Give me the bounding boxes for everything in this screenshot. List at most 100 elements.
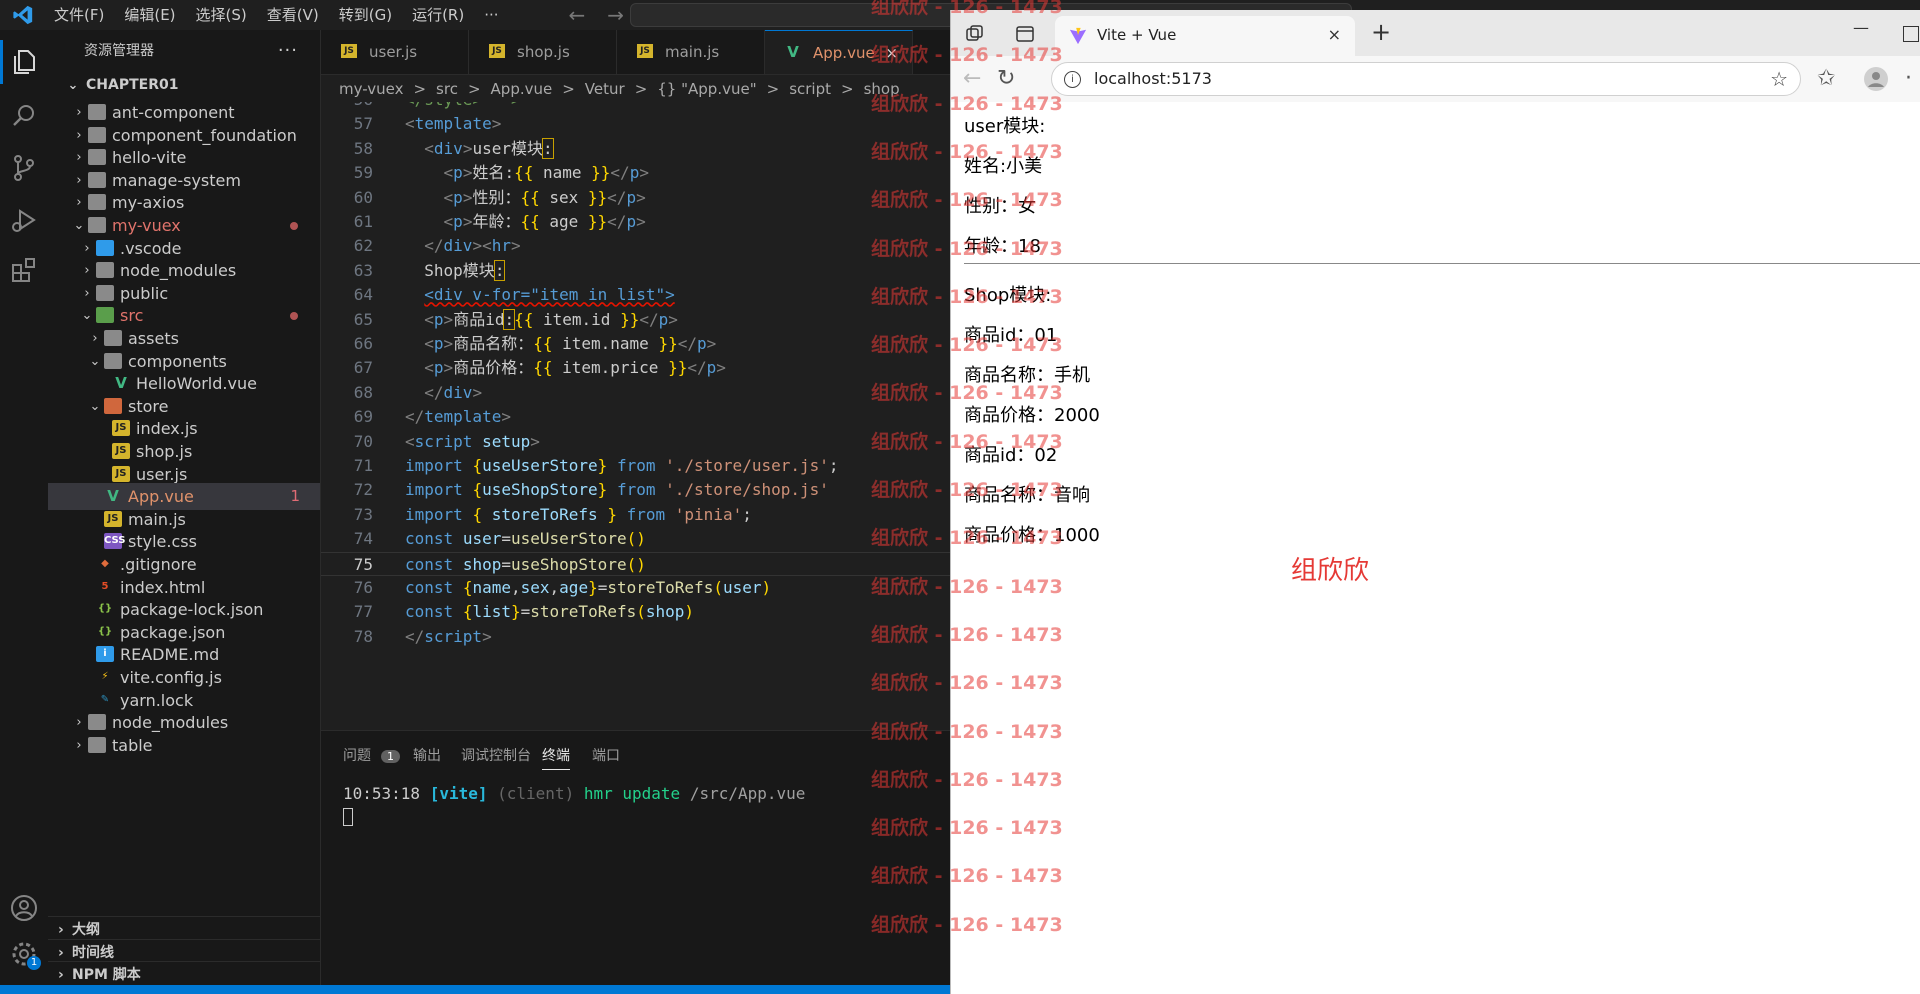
refresh-icon[interactable]: ↻ <box>997 66 1015 91</box>
profile-avatar-icon[interactable] <box>1863 66 1889 92</box>
code-line[interactable]: 72 import {useShopStore} from './store/sh… <box>321 478 951 502</box>
code-line[interactable]: 75 const shop=useShopStore() <box>321 551 951 576</box>
code-token: {{ <box>514 309 534 329</box>
favorite-star-icon[interactable]: ☆ <box>1770 63 1788 95</box>
minimize-icon[interactable]: — <box>1853 18 1869 37</box>
close-tab-icon[interactable]: × <box>1328 16 1341 54</box>
run-debug-icon[interactable] <box>10 206 38 234</box>
favorites-icon[interactable]: ✩ <box>1817 66 1835 91</box>
site-info-icon[interactable]: i <box>1064 71 1081 88</box>
code-line[interactable]: 65 <p>商品id:{{ item.id }}</p> <box>321 308 951 332</box>
code-token: () <box>626 554 646 574</box>
new-tab-icon[interactable]: + <box>1371 18 1391 46</box>
code-line[interactable]: 77 const {list}=storeToRefs(shop) <box>321 600 951 624</box>
code-token: < <box>424 309 434 329</box>
breadcrumb-item[interactable]: script <box>789 80 831 98</box>
code-line[interactable]: 63 Shop模块: <box>321 259 951 283</box>
breadcrumb-item[interactable]: src <box>436 80 458 98</box>
menu-item[interactable]: 转到(G) <box>329 0 402 30</box>
tree-folder[interactable]: › table <box>48 732 320 759</box>
browser-tab[interactable]: Vite + Vue × <box>1055 16 1355 56</box>
code-line[interactable]: 59 <p>姓名:{{ name }}</p> <box>321 161 951 185</box>
tab-main-js[interactable]: JS main.js <box>617 30 765 74</box>
menu-item[interactable]: 运行(R) <box>402 0 474 30</box>
explorer-icon[interactable] <box>10 48 38 76</box>
code-line[interactable]: 70 <script setup> <box>321 430 951 454</box>
code-token: > <box>636 187 646 207</box>
code-line[interactable]: 60 <p>性别：{{ sex }}</p> <box>321 186 951 210</box>
terminal-path: /src/App.vue <box>689 784 806 803</box>
vue-file-icon: V <box>107 487 119 506</box>
code-token: } <box>510 602 521 622</box>
code-token: >< <box>472 236 492 256</box>
back-arrow-icon[interactable]: ← <box>569 3 586 27</box>
code-token: hr <box>491 236 511 256</box>
watermark-text: 组欣欣 - 126 - 1473 <box>871 768 1063 791</box>
code-line[interactable]: 62 </div><hr> <box>321 234 951 258</box>
code-line[interactable]: 78 </script> <box>321 625 951 649</box>
source-control-icon[interactable] <box>10 154 38 182</box>
line-number: 74 <box>353 529 373 549</box>
back-icon[interactable]: ← <box>963 66 981 91</box>
panel-tab[interactable]: 问题 1 <box>343 745 400 765</box>
code-token: age <box>559 578 589 597</box>
code-line[interactable]: 57 <template> <box>321 112 951 136</box>
more-actions-icon[interactable]: ··· <box>278 30 298 72</box>
search-icon[interactable] <box>10 102 38 130</box>
workspace-root[interactable]: ⌄ CHAPTER01 <box>48 72 320 99</box>
code-line[interactable]: 58 <div>user模块: <box>321 137 951 161</box>
breadcrumb-item[interactable]: {} "App.vue" <box>657 80 756 98</box>
code-line[interactable]: 66 <p>商品名称：{{ item.name }}</p> <box>321 332 951 356</box>
menu-item[interactable]: 文件(F) <box>44 0 114 30</box>
code-editor[interactable]: 56</style> -->57<template>58 <div>user模块… <box>321 102 951 730</box>
code-token: > <box>462 163 473 183</box>
forward-arrow-icon[interactable]: → <box>607 3 624 27</box>
breadcrumb-item[interactable]: App.vue <box>491 80 553 98</box>
menu-item[interactable]: 编辑(E) <box>114 0 185 30</box>
panel-tab[interactable]: 输出 <box>413 745 441 765</box>
code-text: import {useShopStore} from './store/shop… <box>405 478 829 502</box>
js-file-icon: JS <box>341 44 357 58</box>
code-line[interactable]: 61 <p>年龄：{{ age }}</p> <box>321 210 951 234</box>
code-token: 商品价格： <box>453 358 534 378</box>
address-bar[interactable]: i localhost:5173 ☆ <box>1051 62 1801 96</box>
code-line[interactable]: 56 </style> --> <box>321 102 951 112</box>
maximize-icon[interactable] <box>1903 26 1919 42</box>
code-token: < <box>405 431 415 451</box>
code-line[interactable]: 67 <p>商品价格：{{ item.price }}</p> <box>321 356 951 380</box>
menu-item[interactable]: ··· <box>474 0 508 30</box>
menu-item[interactable]: 选择(S) <box>186 0 257 30</box>
settings-gear-icon[interactable]: 1 <box>10 940 41 970</box>
tab-user-js[interactable]: JS user.js <box>321 30 469 74</box>
breadcrumb-item[interactable]: my-vuex <box>339 80 403 98</box>
code-line[interactable]: 71 import {useUserStore} from './store/us… <box>321 454 951 478</box>
vue-file-icon: V <box>115 374 127 393</box>
code-line[interactable]: 76 const {name,sex,age}=storeToRefs(user) <box>321 576 951 600</box>
code-line[interactable]: 68 </div> <box>321 381 951 405</box>
tab-shop-js[interactable]: JS shop.js <box>469 30 617 74</box>
extensions-icon[interactable] <box>10 256 38 284</box>
menu-item[interactable]: 查看(V) <box>257 0 329 30</box>
editor-tabs: JS user.js JS shop.js JS main.js V App.vue × <box>321 30 951 75</box>
terminal-output[interactable]: 10:53:18 [vite] (client) hmr update /src… <box>343 783 805 827</box>
code-line[interactable]: 73 import { storeToRefs } from 'pinia'; <box>321 503 951 527</box>
code-token: shop <box>462 554 502 574</box>
code-token: > <box>716 358 726 378</box>
terminal-message: hmr update <box>583 784 681 803</box>
code-line[interactable]: 74 const user=useUserStore() <box>321 527 951 551</box>
panel-tab[interactable]: 端口 <box>592 745 620 765</box>
watermark-text: 组欣欣 - 126 - 1473 <box>871 237 1063 260</box>
panel-tab[interactable]: 终端 <box>542 745 570 770</box>
code-token: const <box>405 554 454 574</box>
code-line[interactable]: 64 <div v-for="item in list"> <box>321 283 951 307</box>
code-line[interactable]: 69 </template> <box>321 405 951 429</box>
breadcrumb-item[interactable]: Vetur <box>585 80 625 98</box>
account-icon[interactable] <box>10 894 38 922</box>
explorer-sidebar: 资源管理器 ··· ⌄ CHAPTER01 › ant-component › com… <box>48 30 321 985</box>
code-token: 性别： <box>472 187 521 207</box>
code-token: {{ <box>533 358 553 378</box>
more-menu-icon[interactable]: · <box>1905 66 1912 91</box>
panel-tab[interactable]: 调试控制台 <box>461 745 531 765</box>
